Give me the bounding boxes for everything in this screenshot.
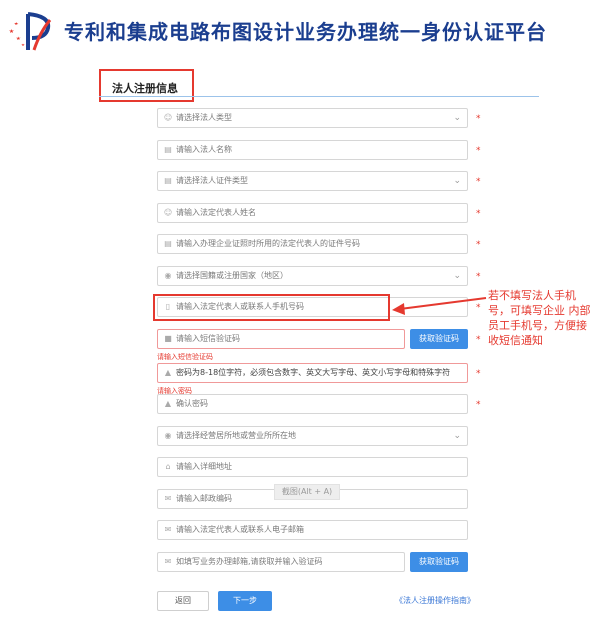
required-mark: * — [476, 209, 481, 219]
guide-link[interactable]: 《法人注册操作指南》 — [395, 595, 475, 606]
email-input[interactable]: ✉ 请输入法定代表人或联系人电子邮箱 — [157, 520, 468, 540]
required-mark: * — [476, 146, 481, 156]
site-logo — [9, 12, 52, 51]
sms-error-text: 请输入短信验证码 — [157, 353, 213, 361]
cert-type-placeholder: 请选择法人证件类型 — [176, 176, 248, 185]
home-icon: ⌂ — [165, 462, 171, 471]
legal-type-select[interactable]: ☺ 请选择法人类型 ⌄ — [157, 108, 468, 128]
envelope-icon: ✉ — [164, 525, 172, 534]
password-placeholder: 密码为8-18位字符，必须包含数字、英文大写字母、英文小写字母和特殊字符 — [176, 368, 451, 377]
page-title: 专利和集成电路布图设计业务办理统一身份认证平台 — [64, 20, 547, 44]
next-button[interactable]: 下一步 — [218, 591, 272, 611]
legal-name-input[interactable]: ▤ 请输入法人名称 — [157, 140, 468, 160]
email-placeholder: 请输入法定代表人或联系人电子邮箱 — [176, 525, 304, 534]
password-input[interactable]: ▲ 密码为8-18位字符，必须包含数字、英文大写字母、英文小写字母和特殊字符 — [157, 363, 468, 383]
chevron-down-icon: ⌄ — [453, 113, 461, 123]
address-input[interactable]: ⌂ 请输入详细地址 — [157, 457, 468, 477]
location-icon: ◉ — [164, 271, 172, 280]
biz-email-placeholder: 如填写业务办理邮箱,请获取并输入验证码 — [176, 557, 323, 566]
get-code-button[interactable]: 获取验证码 — [410, 552, 468, 572]
region-placeholder: 请选择经营居所地或营业所所在地 — [176, 431, 296, 440]
chevron-down-icon: ⌄ — [453, 271, 461, 281]
envelope-icon: ✉ — [164, 557, 172, 566]
postcode-placeholder: 请输入邮政编码 — [176, 494, 232, 503]
annotation-note: 若不填写法人手机号，可填写企业 内部员工手机号，方便接收短信通知 — [488, 289, 591, 347]
user-icon: ☺ — [163, 208, 173, 217]
chevron-down-icon: ⌄ — [453, 431, 461, 441]
sms-code-input[interactable]: ■ 请输入短信验证码 — [157, 329, 405, 349]
legal-name-placeholder: 请输入法人名称 — [176, 145, 232, 154]
legal-type-placeholder: 请选择法人类型 — [176, 113, 232, 122]
chevron-down-icon: ⌄ — [453, 176, 461, 186]
rep-name-placeholder: 请输入法定代表人姓名 — [176, 208, 256, 217]
id-card-icon: ▤ — [164, 239, 172, 248]
lock-icon: ▲ — [164, 368, 172, 377]
user-icon: ☺ — [163, 113, 173, 122]
section-divider — [99, 96, 539, 97]
back-button[interactable]: 返回 — [157, 591, 209, 611]
phone-highlight-box — [153, 294, 390, 321]
cert-type-select[interactable]: ▤ 请选择法人证件类型 ⌄ — [157, 171, 468, 191]
required-mark: * — [476, 272, 481, 282]
required-mark: * — [476, 177, 481, 187]
document-icon: ▤ — [164, 145, 172, 154]
rep-name-input[interactable]: ☺ 请输入法定代表人姓名 — [157, 203, 468, 223]
section-title: 法人注册信息 — [112, 82, 178, 95]
required-mark: * — [476, 400, 481, 410]
message-icon: ■ — [164, 334, 172, 343]
annotation-arrow — [392, 297, 487, 315]
screenshot-hint-badge: 截图(Alt + A) — [274, 484, 340, 500]
biz-email-input[interactable]: ✉ 如填写业务办理邮箱,请获取并输入验证码 — [157, 552, 405, 572]
rep-id-input[interactable]: ▤ 请输入办理企业证照时所用的法定代表人的证件号码 — [157, 234, 468, 254]
address-placeholder: 请输入详细地址 — [176, 462, 232, 471]
confirm-password-placeholder: 确认密码 — [176, 399, 208, 408]
required-mark: * — [476, 369, 481, 379]
mail-icon: ✉ — [164, 494, 172, 503]
confirm-password-input[interactable]: ▲ 确认密码 — [157, 394, 468, 414]
required-mark: * — [476, 114, 481, 124]
region-select[interactable]: ◉ 请选择经营居所地或营业所所在地 ⌄ — [157, 426, 468, 446]
country-select[interactable]: ◉ 请选择国籍或注册国家（地区） ⌄ — [157, 266, 468, 286]
rep-id-placeholder: 请输入办理企业证照时所用的法定代表人的证件号码 — [176, 239, 360, 248]
sms-code-placeholder: 请输入短信验证码 — [176, 334, 240, 343]
required-mark: * — [476, 240, 481, 250]
location-icon: ◉ — [164, 431, 172, 440]
country-placeholder: 请选择国籍或注册国家（地区） — [176, 271, 288, 280]
get-code-button[interactable]: 获取验证码 — [410, 329, 468, 349]
lock-icon: ▲ — [164, 399, 172, 408]
id-card-icon: ▤ — [164, 176, 172, 185]
required-mark: * — [476, 335, 481, 345]
